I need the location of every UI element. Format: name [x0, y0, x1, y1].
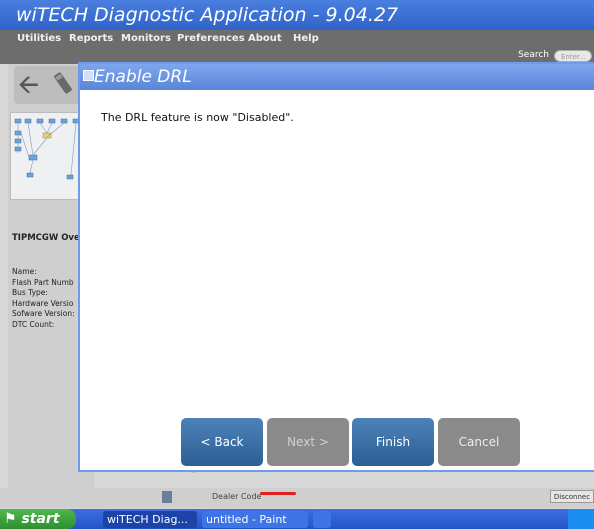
search-input[interactable]: Enter...	[554, 50, 592, 62]
module-overview-title: TIPMCGW Over	[12, 233, 84, 243]
start-button[interactable]: ⚑ start	[0, 509, 76, 529]
menu-preferences[interactable]: Preferences	[177, 33, 245, 44]
dialog-window-icon	[83, 70, 94, 81]
info-name-label: Name:	[12, 267, 37, 276]
info-dtc-count-label: DTC Count:	[12, 319, 55, 329]
dealer-code-label: Dealer Code	[212, 492, 262, 501]
info-bus-type-label: Bus Type:	[12, 288, 48, 297]
taskbar-item-folder-icon[interactable]	[313, 511, 331, 528]
redaction-mark	[260, 492, 296, 495]
cancel-button[interactable]: Cancel	[438, 418, 520, 466]
network-topology-diagram[interactable]	[10, 112, 88, 200]
taskbar-item-witech[interactable]: wiTECH Diag...	[103, 511, 197, 528]
back-arrow-icon[interactable]: 🡨	[18, 72, 39, 98]
dialog-message: The DRL feature is now "Disabled".	[101, 111, 294, 124]
back-button[interactable]: < Back	[181, 418, 263, 466]
menu-reports[interactable]: Reports	[69, 33, 113, 44]
menu-utilities[interactable]: Utilities	[17, 33, 61, 44]
disconnect-button[interactable]: Disconnec	[550, 490, 594, 503]
info-flash-part-label: Flash Part Numb	[12, 277, 74, 287]
menu-monitors[interactable]: Monitors	[121, 33, 171, 44]
app-title-bar: wiTECH Diagnostic Application - 9.04.27	[0, 0, 594, 30]
system-tray[interactable]	[568, 509, 594, 529]
info-hardware-version-label: Hardware Versio	[12, 298, 74, 308]
finish-button[interactable]: Finish	[352, 418, 434, 466]
device-icon	[162, 491, 172, 503]
dialog-title: Enable DRL	[80, 64, 594, 90]
next-button[interactable]: Next >	[267, 418, 349, 466]
menu-about[interactable]: About	[248, 33, 282, 44]
info-software-version-label: Sofware Version:	[12, 309, 75, 318]
start-label: start	[21, 511, 60, 527]
menu-help[interactable]: Help	[293, 33, 319, 44]
taskbar-item-paint[interactable]: untitled - Paint	[202, 511, 308, 528]
search-label: Search	[518, 50, 549, 60]
menu-bar: Utilities Reports Monitors Preferences A…	[0, 30, 594, 48]
module-info-list: Name: Flash Part Numb Bus Type: Hardware…	[12, 267, 75, 330]
status-bar	[0, 488, 594, 508]
